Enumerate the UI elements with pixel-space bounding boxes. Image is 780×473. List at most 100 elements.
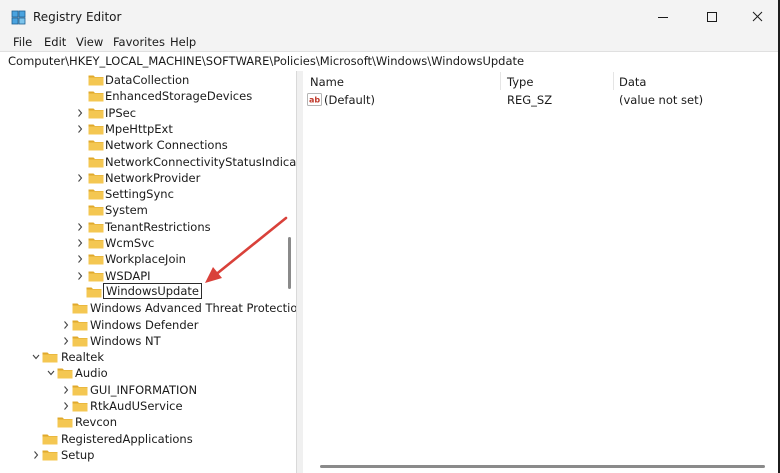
maximize-button[interactable] [688, 0, 734, 34]
folder-icon [88, 254, 104, 265]
tree-scrollbar-thumb[interactable] [288, 237, 291, 289]
registry-editor-app-icon [11, 10, 26, 25]
tree-item[interactable]: Windows NT [0, 333, 292, 349]
tree-item[interactable]: Realtek [0, 349, 292, 365]
folder-icon [72, 385, 88, 396]
window-title: Registry Editor [33, 10, 122, 24]
folder-icon [72, 303, 88, 314]
chevron-right-icon[interactable] [75, 105, 85, 121]
tree-item-label: SettingSync [105, 187, 174, 202]
tree-item-label: IPSec [105, 105, 137, 120]
chevron-right-icon[interactable] [61, 398, 71, 414]
minimize-button[interactable] [640, 0, 686, 34]
rename-key-input[interactable]: WindowsUpdate [103, 282, 202, 299]
tree-item[interactable]: WcmSvc [0, 235, 292, 251]
tree-item[interactable]: IPSec [0, 105, 292, 121]
tree-item-label: WSDAPI [105, 268, 151, 283]
menu-edit[interactable]: Edit [44, 35, 66, 49]
title-bar: Registry Editor [0, 0, 778, 34]
tree-item-label: NetworkConnectivityStatusIndicator [105, 154, 296, 169]
column-separator[interactable] [613, 72, 614, 90]
folder-icon [42, 352, 58, 363]
value-row[interactable]: ab (Default) REG_SZ (value not set) [303, 91, 773, 109]
chevron-right-icon[interactable] [75, 251, 85, 267]
tree-item[interactable]: SettingSync [0, 186, 292, 202]
address-path[interactable]: Computer\HKEY_LOCAL_MACHINE\SOFTWARE\Pol… [8, 54, 524, 68]
tree-item-label: Realtek [61, 350, 105, 365]
tree-item[interactable]: RtkAudUService [0, 398, 292, 414]
folder-icon [88, 173, 104, 184]
column-header-data[interactable]: Data [619, 75, 646, 89]
folder-icon [88, 205, 104, 216]
address-bar[interactable]: Computer\HKEY_LOCAL_MACHINE\SOFTWARE\Pol… [0, 51, 778, 72]
tree-item[interactable]: DataCollection [0, 72, 292, 88]
registry-editor-window: Registry Editor File Edit View Favorites… [0, 0, 778, 473]
tree-item[interactable]: GUI_INFORMATION [0, 382, 292, 398]
tree-item[interactable]: Revcon [0, 414, 292, 430]
folder-icon [42, 450, 58, 461]
tree-item-label: GUI_INFORMATION [90, 382, 198, 397]
chevron-right-icon[interactable] [61, 317, 71, 333]
tree-item[interactable]: MpeHttpExt [0, 121, 292, 137]
tree-item[interactable]: WSDAPI [0, 268, 292, 284]
tree-item-label: Setup [61, 447, 95, 462]
tree-item-label: WcmSvc [105, 236, 155, 250]
tree-item-label: RegisteredApplications [61, 431, 193, 446]
tree-item-label: Windows NT [90, 333, 161, 348]
folder-icon [88, 157, 104, 167]
tree-item[interactable]: TenantRestrictions [0, 219, 292, 235]
tree-item[interactable]: Setup [0, 447, 292, 463]
tree-item[interactable]: WorkplaceJoin [0, 251, 292, 267]
column-header-type[interactable]: Type [507, 75, 533, 89]
folder-icon [72, 401, 88, 412]
menu-favorites[interactable]: Favorites [113, 35, 165, 49]
chevron-right-icon[interactable] [61, 382, 71, 398]
tree-item[interactable]: Windows Advanced Threat Protection [0, 300, 296, 316]
tree-item[interactable]: WindowsUpdate [0, 282, 292, 300]
folder-icon [88, 108, 104, 119]
folder-icon [86, 287, 102, 298]
menu-file[interactable]: File [13, 35, 32, 49]
chevron-right-icon[interactable] [75, 268, 85, 284]
tree-item[interactable]: EnhancedStorageDevices [0, 88, 292, 104]
tree-item[interactable]: RegisteredApplications [0, 431, 292, 447]
folder-icon [88, 124, 104, 135]
menu-view[interactable]: View [76, 35, 103, 49]
tree-item-label: Windows Defender [90, 317, 199, 332]
tree-item[interactable]: Network Connections [0, 137, 292, 153]
chevron-right-icon[interactable] [75, 170, 85, 186]
value-type: REG_SZ [507, 93, 553, 107]
chevron-right-icon[interactable] [61, 333, 71, 349]
folder-icon [57, 417, 73, 428]
chevron-right-icon[interactable] [31, 447, 41, 463]
chevron-right-icon[interactable] [75, 219, 85, 235]
folder-icon [57, 368, 73, 379]
tree-item[interactable]: NetworkProvider [0, 170, 292, 186]
tree-item-label: Audio [75, 366, 108, 381]
tree-item[interactable]: Audio [0, 365, 292, 381]
folder-icon [42, 434, 58, 445]
tree-item-label: NetworkProvider [105, 170, 201, 185]
tree-item[interactable]: NetworkConnectivityStatusIndicator [0, 154, 296, 170]
folder-icon [88, 140, 104, 151]
column-header-name[interactable]: Name [310, 75, 344, 89]
tree-item-label: MpeHttpExt [105, 121, 173, 136]
tree-item-label: EnhancedStorageDevices [105, 89, 253, 104]
chevron-down-icon[interactable] [46, 365, 56, 381]
values-pane: Name Type Data ab (Default) REG_SZ (valu… [303, 71, 778, 473]
tree-item-label: TenantRestrictions [105, 219, 211, 234]
values-horizontal-scrollbar-thumb[interactable] [320, 465, 765, 468]
chevron-right-icon[interactable] [75, 235, 85, 251]
tree-item[interactable]: System [0, 202, 292, 218]
menu-help[interactable]: Help [170, 35, 196, 49]
tree-item-label: Windows Advanced Threat Protection [90, 301, 296, 316]
value-data: (value not set) [619, 93, 704, 107]
string-value-icon-text: ab [309, 96, 320, 105]
column-separator[interactable] [500, 72, 501, 90]
folder-icon [88, 238, 104, 249]
chevron-down-icon[interactable] [31, 349, 41, 365]
close-button[interactable] [734, 0, 780, 34]
chevron-right-icon[interactable] [75, 121, 85, 137]
folder-icon [88, 222, 104, 233]
tree-item[interactable]: Windows Defender [0, 317, 292, 333]
